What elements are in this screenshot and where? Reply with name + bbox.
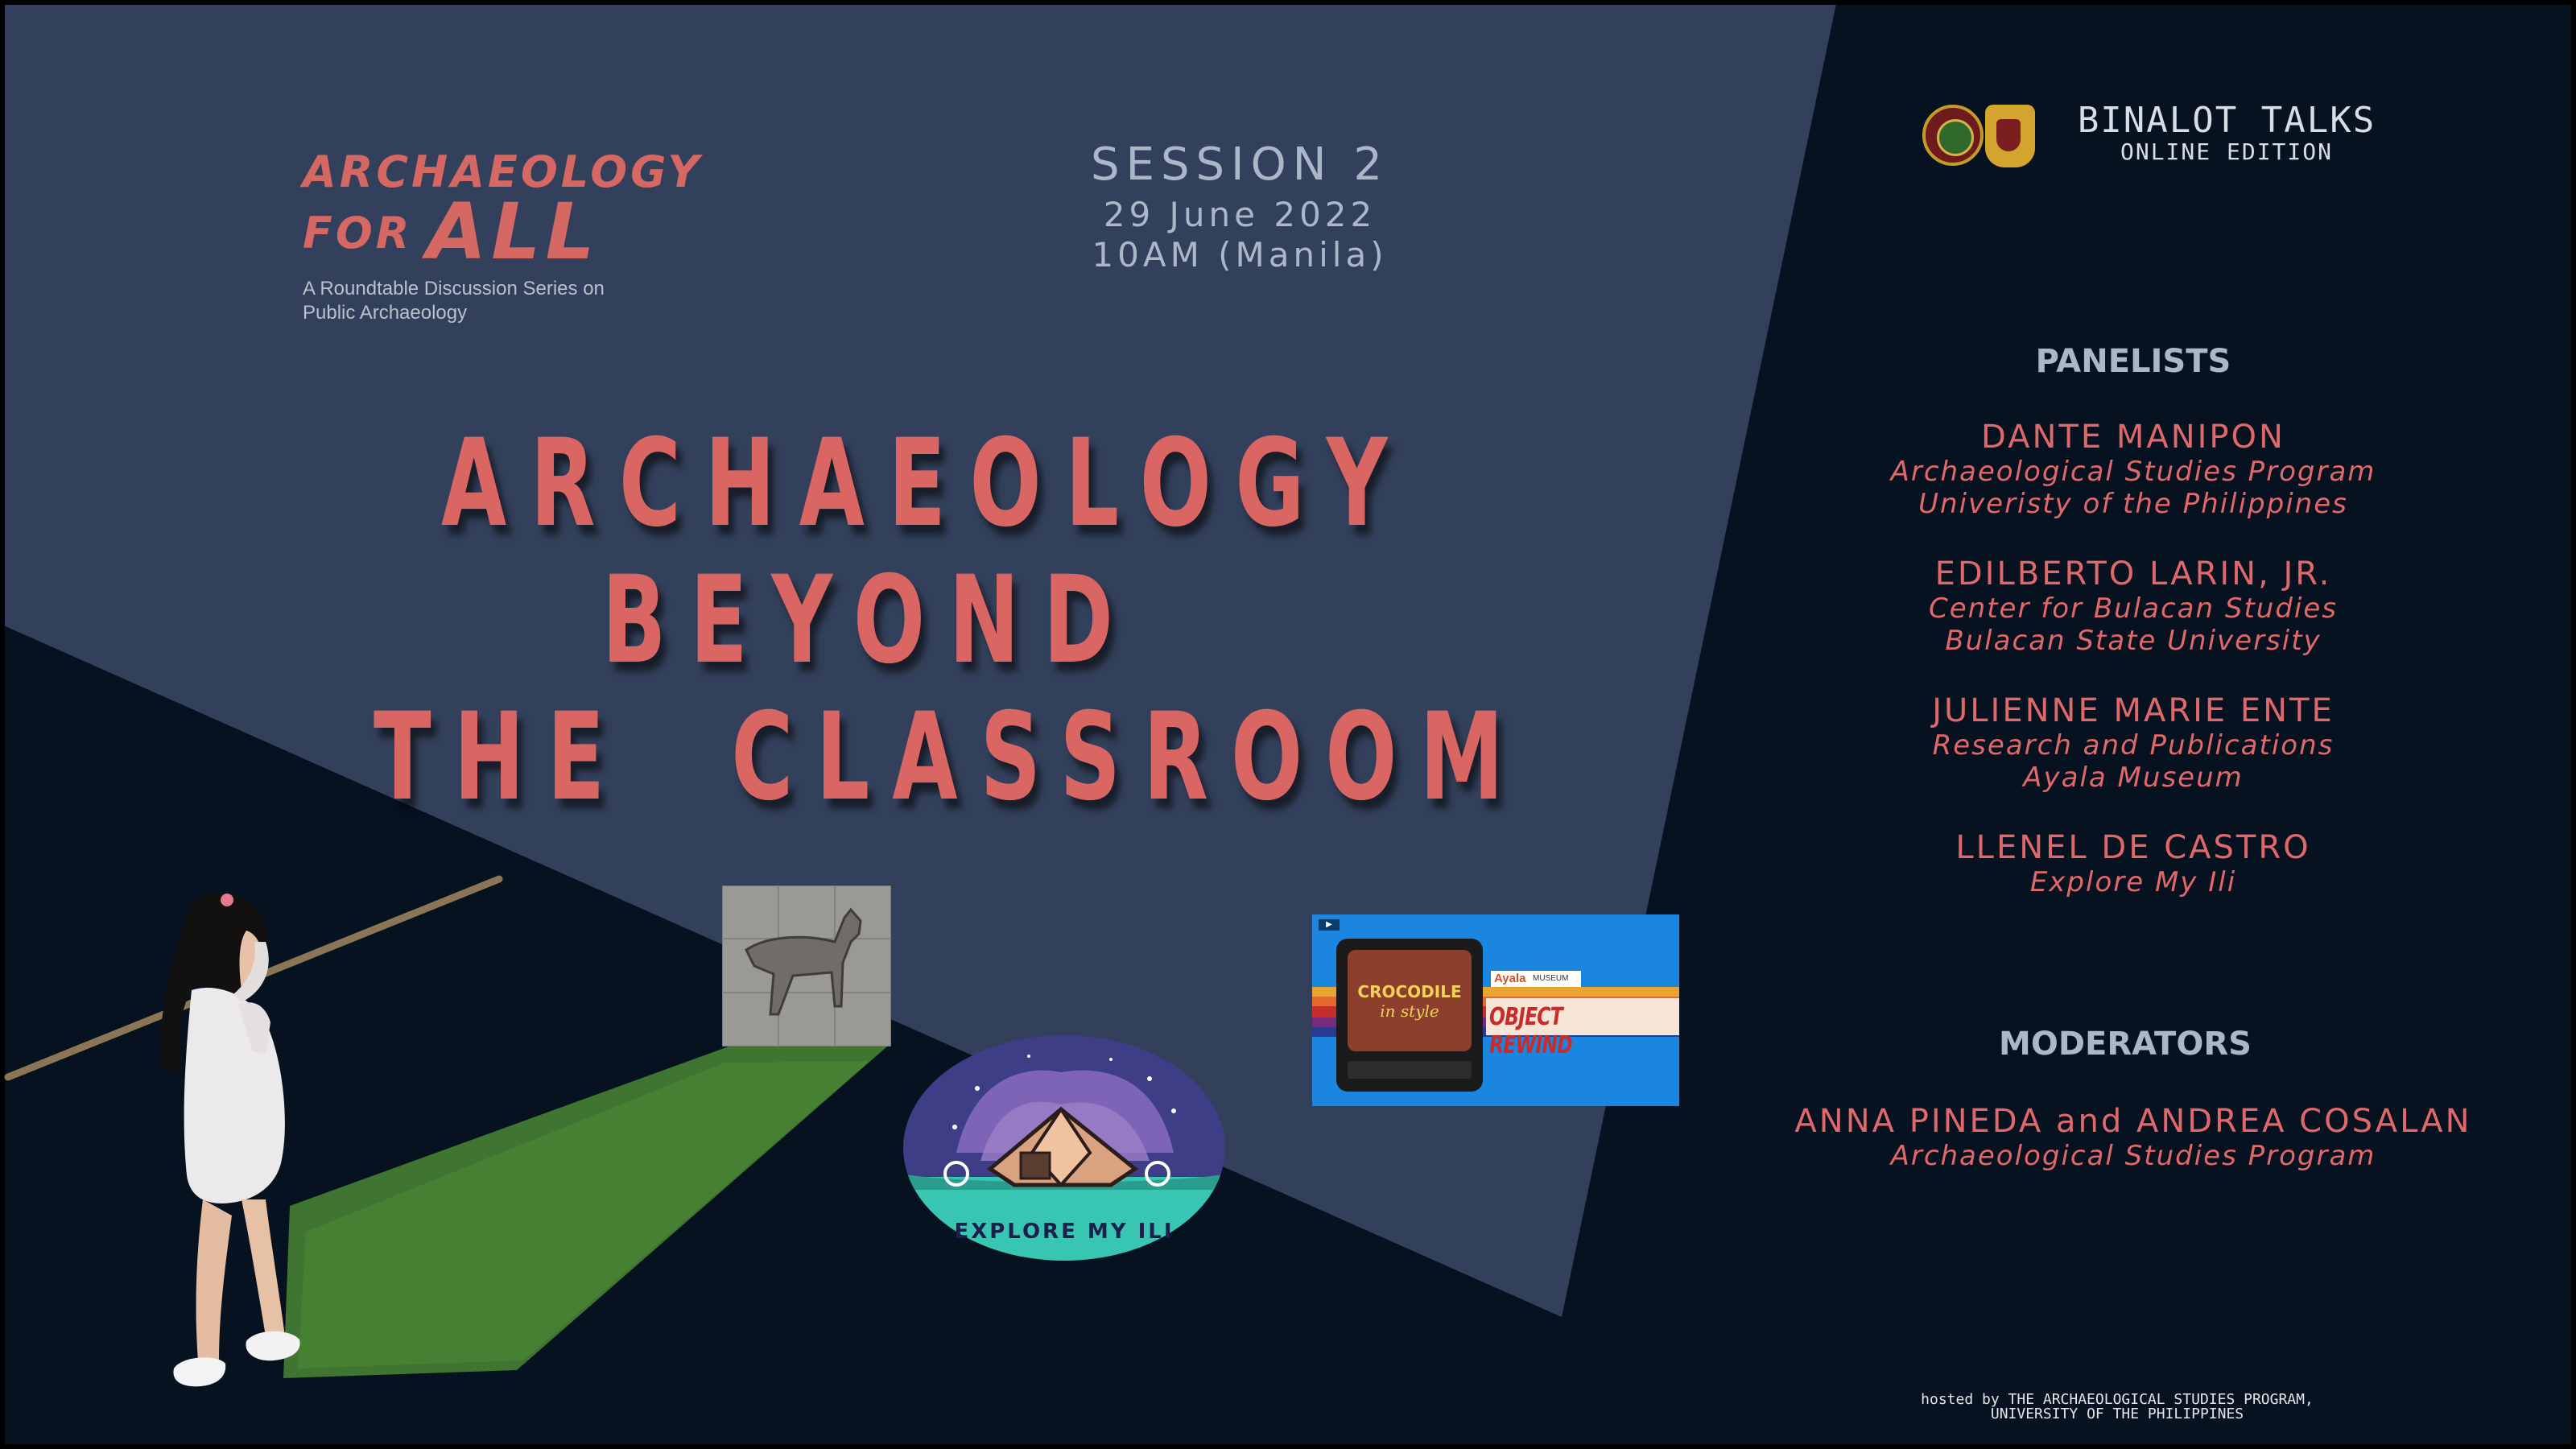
- panelist-1-name: DANTE MANIPON: [1981, 419, 2285, 456]
- object-rewind-banner: OBJECT REWIND: [1486, 998, 1679, 1059]
- explore-my-ili-text: EXPLORE MY ILI: [954, 1220, 1174, 1244]
- series-subtitle-line2: Public Archaeology: [303, 302, 468, 324]
- panelist-3-aff1: Research and Publications: [1932, 729, 2334, 762]
- panelist-1-aff2: Univeristy of the Philippines: [1918, 488, 2348, 520]
- poster: ARCHAEOLOGY FOR ALL A Roundtable Discuss…: [0, 0, 2576, 1449]
- tv-text-line1: CROCODILE: [1357, 982, 1462, 1001]
- up-seal-logo: [1922, 105, 1984, 166]
- panelist-3-name: JULIENNE MARIE ENTE: [1932, 692, 2334, 729]
- panelist-2-aff2: Bulacan State University: [1945, 625, 2322, 657]
- panelist-3-aff2: Ayala Museum: [2023, 762, 2244, 794]
- binalot-logo: [1985, 105, 2035, 167]
- binalot-talks-title: BINALOT TALKS: [2077, 100, 2376, 141]
- tv-icon: CROCODILE in style: [1336, 939, 1483, 1092]
- session-time: 10AM (Manila): [1092, 235, 1388, 275]
- panelist-4-name: LLENEL DE CASTRO: [1955, 829, 2311, 866]
- child-throwing-spear-image: [4, 875, 503, 1387]
- binalot-talks-subtitle: ONLINE EDITION: [2120, 138, 2333, 165]
- footer-host-line2: UNIVERSITY OF THE PHILIPPINES: [1990, 1406, 2244, 1422]
- ayala-museum-tag: Ayala MUSEUM: [1491, 971, 1581, 987]
- series-title-for: FOR: [303, 208, 413, 258]
- deer-carving-image: [722, 886, 891, 1046]
- session-label: SESSION 2: [1091, 138, 1389, 191]
- panelist-2-name: EDILBERTO LARIN, JR.: [1934, 555, 2332, 592]
- headline-line2: BEYOND: [601, 551, 1137, 691]
- tv-text-line2: in style: [1380, 1001, 1439, 1021]
- session-date: 29 June 2022: [1103, 195, 1377, 234]
- moderators-affiliation: Archaeological Studies Program: [1890, 1140, 2376, 1172]
- headline-line1: ARCHAEOLOGY: [441, 414, 1412, 554]
- ayala-brand: Ayala: [1494, 972, 1526, 985]
- moderators-heading: MODERATORS: [1999, 1026, 2252, 1063]
- panelist-1-aff1: Archaeological Studies Program: [1890, 456, 2376, 488]
- series-subtitle-line1: A Roundtable Discussion Series on: [303, 278, 605, 299]
- series-title-all: ALL: [427, 187, 600, 277]
- ayala-object-rewind-thumbnail: ▶ CROCODILE in style Ayala MUSEUM OBJECT…: [1312, 914, 1679, 1106]
- moderators-names: ANNA PINEDA and ANDREA COSALAN: [1794, 1103, 2472, 1140]
- museum-word: MUSEUM: [1533, 974, 1569, 983]
- panelist-2-aff1: Center for Bulacan Studies: [1929, 592, 2338, 625]
- headline-line3: THE CLASSROOM: [374, 687, 1526, 828]
- explore-my-ili-logo: EXPLORE MY ILI: [903, 1035, 1225, 1261]
- object-rewind-text: OBJECT REWIND: [1489, 1003, 1573, 1059]
- panelist-4-aff1: Explore My Ili: [2029, 866, 2237, 898]
- play-icon: ▶: [1319, 919, 1340, 931]
- panelists-heading: PANELISTS: [2035, 343, 2231, 380]
